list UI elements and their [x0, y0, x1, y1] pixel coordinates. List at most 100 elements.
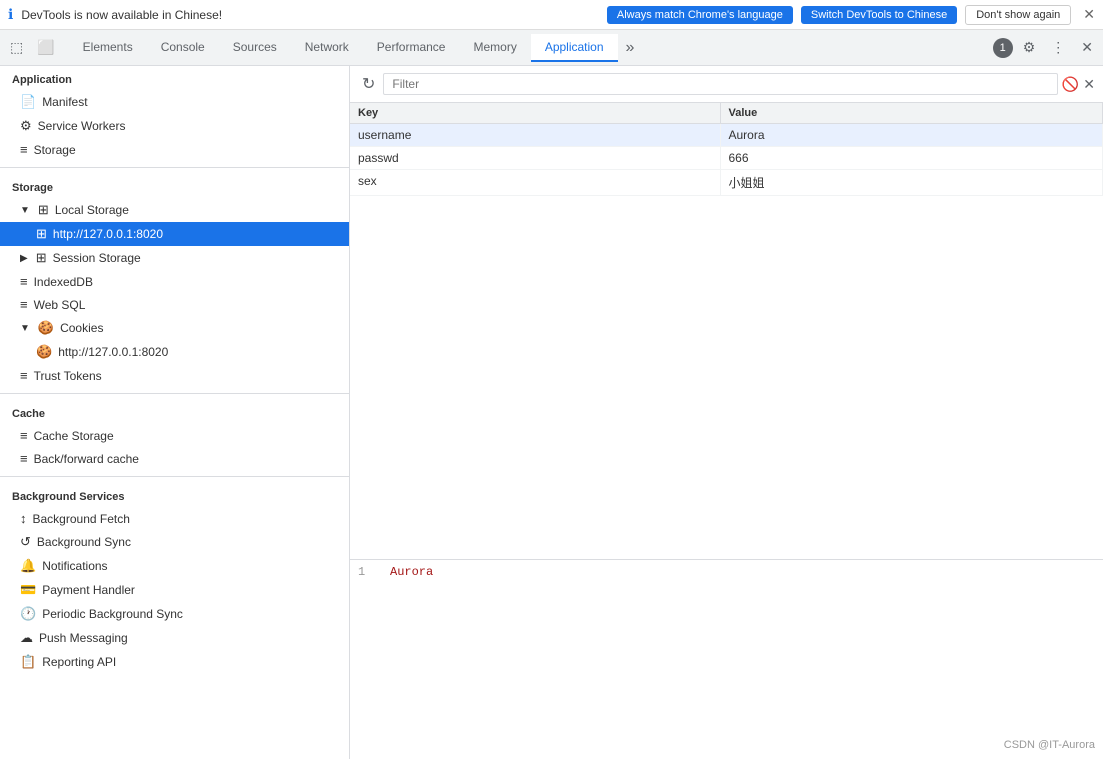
cache-storage-icon: ≡: [20, 428, 28, 443]
sidebar-section-background-services: Background Services: [0, 483, 349, 507]
sidebar-item-session-storage-label: Session Storage: [53, 251, 141, 265]
service-workers-icon: ⚙: [20, 118, 32, 134]
filter-input[interactable]: [383, 73, 1057, 95]
session-storage-icon: ⊞: [36, 250, 47, 266]
tab-network[interactable]: Network: [291, 34, 363, 62]
always-match-button[interactable]: Always match Chrome's language: [607, 6, 793, 24]
manifest-icon: 📄: [20, 94, 36, 110]
sidebar-item-web-sql[interactable]: ≡ Web SQL: [0, 293, 349, 316]
back-forward-cache-icon: ≡: [20, 451, 28, 466]
table-row[interactable]: sex小姐姐: [350, 170, 1103, 196]
trust-tokens-icon: ≡: [20, 368, 28, 383]
table-cell-key: username: [350, 124, 720, 147]
tab-sources[interactable]: Sources: [219, 34, 291, 62]
tab-elements[interactable]: Elements: [69, 34, 147, 62]
web-sql-icon: ≡: [20, 297, 28, 312]
tab-bar: ⬚ ⬜ Elements Console Sources Network Per…: [0, 30, 1103, 66]
sidebar-item-cache-storage[interactable]: ≡ Cache Storage: [0, 424, 349, 447]
device-toggle-icon[interactable]: ⬜: [31, 35, 60, 60]
main-area: Application 📄 Manifest ⚙ Service Workers…: [0, 66, 1103, 759]
table-row[interactable]: passwd666: [350, 147, 1103, 170]
sidebar-item-storage[interactable]: ≡ Storage: [0, 138, 349, 161]
settings-icon[interactable]: ⚙: [1017, 35, 1042, 60]
issues-badge[interactable]: 1: [993, 38, 1013, 58]
sidebar-item-trust-tokens-label: Trust Tokens: [34, 369, 102, 383]
sidebar-item-payment-handler[interactable]: 💳 Payment Handler: [0, 578, 349, 602]
tab-bar-icons: ⬚ ⬜: [4, 35, 61, 60]
tab-overflow-button[interactable]: »: [618, 35, 643, 61]
refresh-button[interactable]: ↻: [358, 72, 379, 96]
lower-line-value: Aurora: [390, 565, 433, 579]
sidebar-item-push-messaging[interactable]: ☁ Push Messaging: [0, 626, 349, 650]
sidebar-item-cache-storage-label: Cache Storage: [34, 429, 114, 443]
table-row[interactable]: usernameAurora: [350, 124, 1103, 147]
dont-show-again-button[interactable]: Don't show again: [965, 5, 1071, 25]
lower-panel: 1 Aurora: [350, 559, 1103, 759]
table-body: usernameAurorapasswd666sex小姐姐: [350, 124, 1103, 196]
sidebar-item-manifest-label: Manifest: [42, 95, 87, 109]
divider-2: [0, 393, 349, 394]
sidebar-item-cookies-url-label: http://127.0.0.1:8020: [58, 345, 168, 359]
tab-application[interactable]: Application: [531, 34, 618, 62]
sidebar-item-background-fetch-label: Background Fetch: [33, 512, 130, 526]
sidebar-item-trust-tokens[interactable]: ≡ Trust Tokens: [0, 364, 349, 387]
background-sync-icon: ↺: [20, 534, 31, 550]
notification-text: DevTools is now available in Chinese!: [21, 8, 599, 22]
storage-table-wrapper: Key Value usernameAurorapasswd666sex小姐姐: [350, 103, 1103, 559]
sidebar-item-session-storage[interactable]: ▶ ⊞ Session Storage: [0, 246, 349, 270]
close-devtools-icon[interactable]: ✕: [1075, 35, 1099, 60]
tab-console[interactable]: Console: [147, 34, 219, 62]
push-messaging-icon: ☁: [20, 630, 33, 646]
sidebar-item-local-storage-url[interactable]: ⊞ http://127.0.0.1:8020: [0, 222, 349, 246]
local-storage-icon: ⊞: [38, 202, 49, 218]
divider-1: [0, 167, 349, 168]
sidebar-item-notifications[interactable]: 🔔 Notifications: [0, 554, 349, 578]
sidebar-item-cookies-label: Cookies: [60, 321, 103, 335]
switch-to-chinese-button[interactable]: Switch DevTools to Chinese: [801, 6, 957, 24]
storage-table: Key Value usernameAurorapasswd666sex小姐姐: [350, 103, 1103, 196]
notification-close-icon[interactable]: ✕: [1083, 6, 1095, 23]
col-header-key: Key: [350, 103, 720, 124]
sidebar-item-periodic-background-sync-label: Periodic Background Sync: [42, 607, 183, 621]
filter-block-icon[interactable]: 🚫: [1062, 76, 1079, 93]
notifications-icon: 🔔: [20, 558, 36, 574]
expand-cookies-icon[interactable]: ▼: [20, 323, 30, 334]
inspect-icon[interactable]: ⬚: [4, 35, 29, 60]
sidebar-item-cookies[interactable]: ▼ 🍪 Cookies: [0, 316, 349, 340]
sidebar-item-local-storage[interactable]: ▼ ⊞ Local Storage: [0, 198, 349, 222]
sidebar-section-application: Application: [0, 66, 349, 90]
filter-bar: ↻ 🚫 ✕: [350, 66, 1103, 103]
periodic-bg-sync-icon: 🕐: [20, 606, 36, 622]
sidebar-item-manifest[interactable]: 📄 Manifest: [0, 90, 349, 114]
content-area: ↻ 🚫 ✕ Key Value usernameAurorapasswd66: [350, 66, 1103, 759]
tab-performance[interactable]: Performance: [363, 34, 460, 62]
expand-local-storage-icon[interactable]: ▼: [20, 205, 30, 216]
sidebar-item-periodic-background-sync[interactable]: 🕐 Periodic Background Sync: [0, 602, 349, 626]
table-cell-value: Aurora: [720, 124, 1103, 147]
local-storage-url-icon: ⊞: [36, 226, 47, 242]
expand-session-storage-icon[interactable]: ▶: [20, 253, 28, 264]
cookies-icon: 🍪: [38, 320, 54, 336]
sidebar-item-background-sync[interactable]: ↺ Background Sync: [0, 530, 349, 554]
sidebar-item-reporting-api-label: Reporting API: [42, 655, 116, 669]
divider-3: [0, 476, 349, 477]
sidebar-item-reporting-api[interactable]: 📋 Reporting API: [0, 650, 349, 674]
sidebar-item-background-fetch[interactable]: ↕ Background Fetch: [0, 507, 349, 530]
sidebar-item-back-forward-cache[interactable]: ≡ Back/forward cache: [0, 447, 349, 470]
sidebar-item-indexeddb[interactable]: ≡ IndexedDB: [0, 270, 349, 293]
sidebar-item-payment-handler-label: Payment Handler: [42, 583, 135, 597]
sidebar-item-local-storage-url-label: http://127.0.0.1:8020: [53, 227, 163, 241]
sidebar-section-storage: Storage: [0, 174, 349, 198]
table-cell-value: 666: [720, 147, 1103, 170]
sidebar-item-push-messaging-label: Push Messaging: [39, 631, 128, 645]
filter-clear-button[interactable]: ✕: [1083, 76, 1095, 93]
tab-memory[interactable]: Memory: [459, 34, 530, 62]
background-fetch-icon: ↕: [20, 511, 27, 526]
sidebar-item-cookies-url[interactable]: 🍪 http://127.0.0.1:8020: [0, 340, 349, 364]
lower-line-number: 1: [358, 565, 382, 579]
storage-icon: ≡: [20, 142, 28, 157]
sidebar-section-cache: Cache: [0, 400, 349, 424]
more-options-icon[interactable]: ⋮: [1045, 35, 1071, 60]
sidebar-item-service-workers[interactable]: ⚙ Service Workers: [0, 114, 349, 138]
sidebar-item-notifications-label: Notifications: [42, 559, 107, 573]
